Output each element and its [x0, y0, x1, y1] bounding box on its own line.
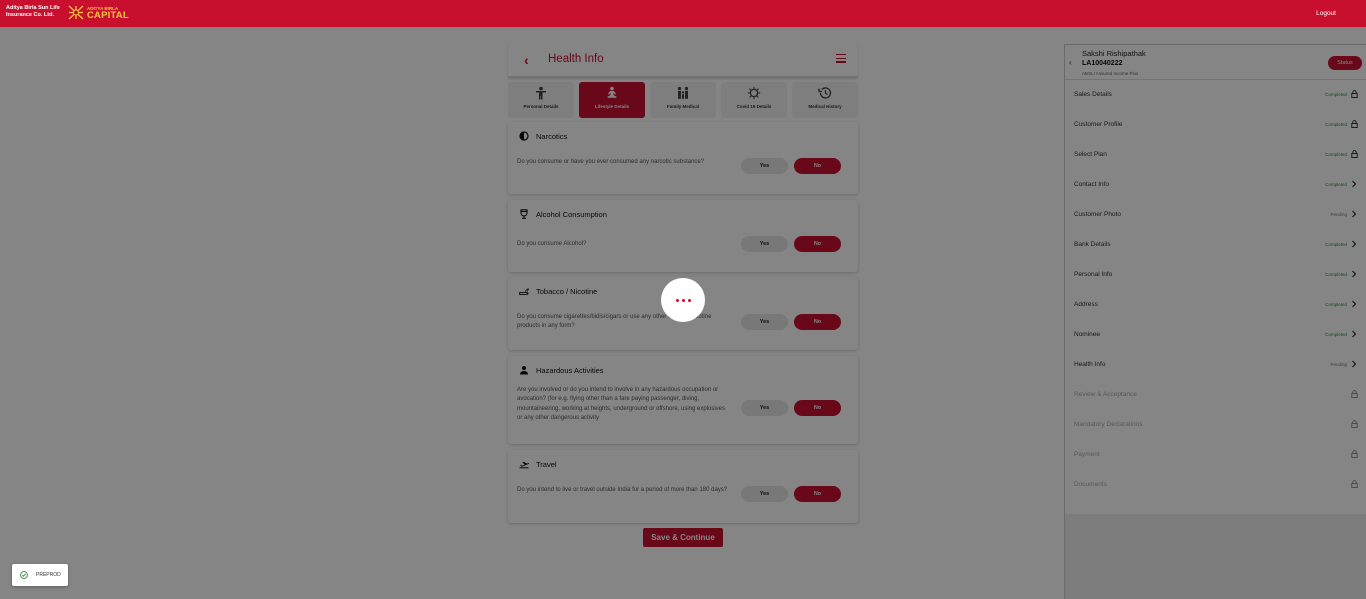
- top-bar: Aditya Birla Sun Life Insurance Co. Ltd.…: [0, 0, 1366, 27]
- environment-badge: PREPROD: [12, 564, 68, 586]
- check-circle-icon: [20, 571, 28, 579]
- sunburst-logo-icon: [68, 5, 84, 20]
- loading-spinner: [661, 278, 705, 322]
- capital-big-text: CAPITAL: [87, 9, 129, 21]
- aditya-birla-capital-logo: ADITYA BIRLA CAPITAL: [68, 5, 129, 20]
- logout-link[interactable]: Logout: [1316, 10, 1336, 17]
- environment-label: PREPROD: [36, 572, 61, 578]
- absli-logo: Aditya Birla Sun Life Insurance Co. Ltd.: [6, 5, 60, 18]
